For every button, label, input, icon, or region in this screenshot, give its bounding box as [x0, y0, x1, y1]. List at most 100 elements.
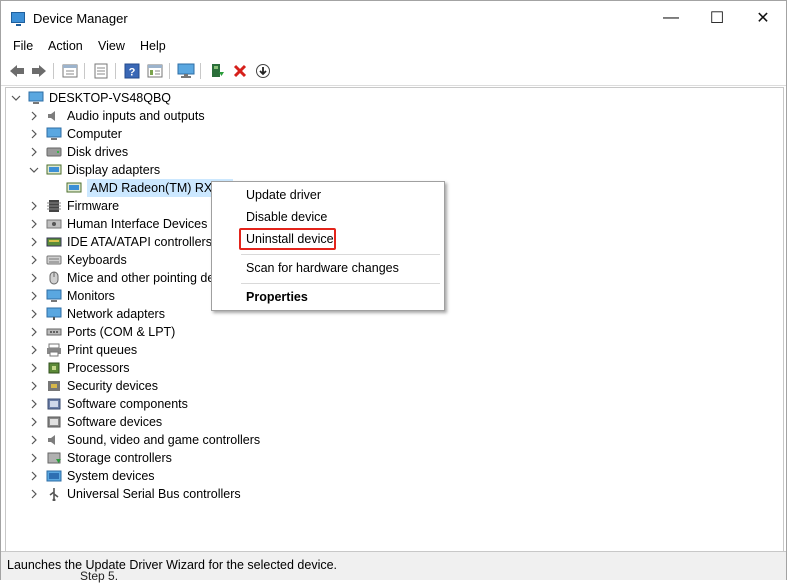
maximize-icon: ☐ — [709, 10, 725, 27]
menu-update-driver[interactable]: Update driver — [246, 188, 321, 202]
menu-help[interactable]: Help — [140, 39, 166, 53]
security-icon — [46, 379, 62, 393]
tree-category-item[interactable]: Sound, video and game controllers — [28, 431, 260, 449]
tree-category-item[interactable]: Display adapters — [28, 161, 160, 179]
chevron-right-icon[interactable] — [28, 128, 40, 140]
details-icon[interactable] — [145, 61, 165, 81]
disk-icon — [46, 145, 62, 159]
menu-disable-device[interactable]: Disable device — [246, 210, 327, 224]
menu-bar: File Action View Help — [1, 35, 786, 57]
tree-root[interactable]: DESKTOP-VS48QBQ — [10, 89, 171, 107]
computer-icon — [28, 91, 44, 105]
update-driver-icon[interactable] — [207, 61, 227, 81]
help-icon[interactable]: ? — [122, 61, 142, 81]
display-adapter-icon — [66, 181, 82, 195]
chevron-right-icon[interactable] — [28, 398, 40, 410]
tree-category-item[interactable]: Computer — [28, 125, 122, 143]
speaker-icon — [46, 109, 62, 123]
usb-icon — [46, 487, 62, 502]
chevron-right-icon[interactable] — [28, 236, 40, 248]
tree-category-item[interactable]: Audio inputs and outputs — [28, 107, 205, 125]
tree-category-item[interactable]: Print queues — [28, 341, 137, 359]
tree-category-item[interactable]: Keyboards — [28, 251, 127, 269]
window-title: Device Manager — [33, 11, 128, 26]
tree-category-item[interactable]: Processors — [28, 359, 130, 377]
download-icon[interactable] — [253, 61, 273, 81]
chevron-right-icon[interactable] — [28, 380, 40, 392]
chevron-right-icon[interactable] — [28, 218, 40, 230]
chevron-right-icon[interactable] — [28, 416, 40, 428]
storage-icon — [46, 451, 62, 465]
chevron-right-icon[interactable] — [28, 452, 40, 464]
tree-category-item[interactable]: Network adapters — [28, 305, 165, 323]
ide-icon — [46, 235, 62, 249]
menu-view[interactable]: View — [98, 39, 125, 53]
category-label: Audio inputs and outputs — [67, 109, 205, 123]
hid-icon — [46, 217, 62, 231]
chevron-right-icon[interactable] — [28, 200, 40, 212]
menu-properties[interactable]: Properties — [246, 290, 308, 304]
chevron-right-icon[interactable] — [28, 308, 40, 320]
chevron-right-icon[interactable] — [28, 488, 40, 500]
tree-category-item[interactable]: Ports (COM & LPT) — [28, 323, 175, 341]
port-icon — [46, 325, 62, 339]
list-icon[interactable] — [91, 61, 111, 81]
tree-category-item[interactable]: System devices — [28, 467, 155, 485]
category-label: System devices — [67, 469, 155, 483]
close-icon: ✕ — [756, 10, 770, 27]
firmware-icon — [46, 199, 62, 213]
remove-icon[interactable] — [230, 61, 250, 81]
maximize-button[interactable]: ☐ — [694, 1, 740, 35]
tree-category-item[interactable]: Monitors — [28, 287, 115, 305]
category-label: Firmware — [67, 199, 120, 213]
display-adapter-icon — [46, 163, 62, 177]
chevron-right-icon[interactable] — [28, 326, 40, 338]
forward-arrow-icon[interactable] — [29, 61, 49, 81]
chevron-right-icon[interactable] — [28, 272, 40, 284]
tree-category-item[interactable]: Security devices — [28, 377, 158, 395]
tree-device-item[interactable]: AMD Radeon(TM) RX Ve — [48, 179, 234, 197]
tree-category-item[interactable]: Firmware — [28, 197, 119, 215]
menu-file[interactable]: File — [13, 39, 33, 53]
tree-category-item[interactable]: Mice and other pointing de — [28, 269, 214, 287]
chevron-right-icon[interactable] — [28, 434, 40, 446]
chevron-right-icon[interactable] — [28, 362, 40, 374]
monitor-icon[interactable] — [176, 61, 196, 81]
tree-root-label: DESKTOP-VS48QBQ — [49, 91, 172, 105]
chevron-down-icon[interactable] — [28, 164, 40, 176]
tree-category-item[interactable]: Human Interface Devices — [28, 215, 207, 233]
chevron-right-icon[interactable] — [28, 254, 40, 266]
printer-icon — [46, 343, 62, 357]
tree-category-item[interactable]: Software devices — [28, 413, 162, 431]
menu-scan-hardware[interactable]: Scan for hardware changes — [246, 261, 399, 275]
category-label: Network adapters — [67, 307, 165, 321]
chevron-right-icon[interactable] — [28, 290, 40, 302]
tree-category-item[interactable]: IDE ATA/ATAPI controllers — [28, 233, 212, 251]
tree-category-item[interactable]: Disk drives — [28, 143, 128, 161]
toolbar: ? — [1, 57, 786, 86]
keyboard-icon — [46, 253, 62, 267]
chevron-right-icon[interactable] — [28, 146, 40, 158]
tree-category-item[interactable]: Software components — [28, 395, 188, 413]
chevron-right-icon[interactable] — [28, 110, 40, 122]
status-bar: Launches the Update Driver Wizard for th… — [1, 551, 786, 580]
tree-category-item[interactable]: Storage controllers — [28, 449, 172, 467]
category-label: Universal Serial Bus controllers — [67, 487, 241, 501]
properties-icon[interactable] — [60, 61, 80, 81]
tree-category-item[interactable]: Universal Serial Bus controllers — [28, 485, 241, 503]
network-icon — [46, 307, 62, 321]
category-label: Software devices — [67, 415, 163, 429]
context-menu: Update driver Disable device Uninstall d… — [211, 181, 445, 311]
chevron-down-icon[interactable] — [10, 92, 22, 104]
uninstall-highlight-box — [239, 228, 336, 250]
back-arrow-icon[interactable] — [7, 61, 27, 81]
mouse-icon — [46, 271, 62, 285]
minimize-button[interactable]: — — [648, 1, 694, 35]
category-label: Sound, video and game controllers — [67, 433, 261, 447]
close-button[interactable]: ✕ — [740, 1, 786, 35]
device-tree[interactable]: DESKTOP-VS48QBQ Audio inputs and outputs… — [5, 87, 784, 552]
minimize-icon: — — [663, 9, 679, 26]
chevron-right-icon[interactable] — [28, 344, 40, 356]
menu-action[interactable]: Action — [48, 39, 83, 53]
chevron-right-icon[interactable] — [28, 470, 40, 482]
